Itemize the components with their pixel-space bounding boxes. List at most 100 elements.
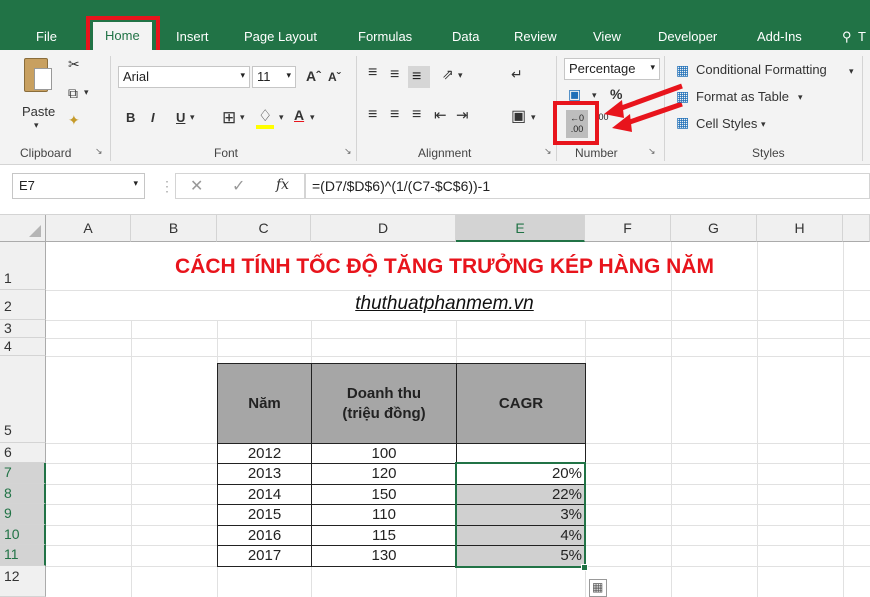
tab-insert[interactable]: Insert [176,29,209,44]
table-cell-revenue[interactable]: 120 [311,463,457,485]
conditional-formatting-button[interactable]: Conditional Formatting [696,62,827,77]
align-right-icon[interactable]: ≡ [412,106,421,124]
increase-font-size-icon[interactable]: Aˆ [306,68,321,84]
cut-icon[interactable]: ✂ [68,56,80,73]
format-as-table-icon[interactable]: ▦ [676,88,689,105]
quick-analysis-button[interactable]: ▦ [589,579,607,597]
font-launcher-icon[interactable]: ↘ [344,146,352,157]
row-header-5[interactable]: 5 [0,356,46,443]
tab-developer[interactable]: Developer [658,29,717,44]
clipboard-launcher-icon[interactable]: ↘ [95,146,103,157]
tab-add-ins[interactable]: Add-Ins [757,29,802,44]
font-name-combo[interactable]: Arial ▾ [118,66,250,88]
tab-page-layout[interactable]: Page Layout [244,29,317,44]
font-size-combo[interactable]: 11 ▾ [252,66,296,88]
worksheet-grid[interactable]: A B C D E F G H 1 2 3 4 5 6 7 8 9 10 11 … [0,215,870,597]
fill-handle[interactable] [581,564,588,571]
row-header-11[interactable]: 11 [0,545,46,566]
table-cell-year[interactable]: 2012 [217,443,312,464]
cell-styles-button[interactable]: Cell Styles [696,116,757,131]
tell-me-label[interactable]: T [858,29,866,44]
table-cell-revenue[interactable]: 110 [311,504,457,526]
tab-file[interactable]: File [36,29,57,44]
tell-me-lightbulb-icon[interactable]: ⚲ [842,29,852,45]
cancel-icon[interactable]: ✕ [190,176,203,196]
table-cell-year[interactable]: 2013 [217,463,312,485]
row-header-8[interactable]: 8 [0,484,46,504]
table-cell-cagr[interactable] [456,443,586,464]
fill-color-dropdown-icon[interactable]: ▾ [279,112,284,123]
bold-button[interactable]: B [126,110,135,125]
top-align-icon[interactable]: ≡ [368,64,377,82]
column-header-c[interactable]: C [217,215,311,242]
table-cell-year[interactable]: 2014 [217,484,312,505]
alignment-launcher-icon[interactable]: ↘ [544,146,552,157]
tab-data[interactable]: Data [452,29,479,44]
conditional-formatting-icon[interactable]: ▦ [676,62,689,79]
row-header-3[interactable]: 3 [0,320,46,338]
cell-styles-icon[interactable]: ▦ [676,114,689,131]
table-cell-revenue[interactable]: 150 [311,484,457,505]
chevron-down-icon[interactable]: ▾ [133,178,138,189]
merge-center-icon[interactable]: ▣ [511,106,526,126]
align-center-icon[interactable]: ≡ [390,106,399,124]
table-cell-year[interactable]: 2015 [217,504,312,526]
number-launcher-icon[interactable]: ↘ [648,146,656,157]
row-header-4[interactable]: 4 [0,338,46,356]
middle-align-icon[interactable]: ≡ [390,66,399,84]
copy-icon[interactable]: ⧉ [68,85,78,102]
bottom-align-button[interactable]: ≡ [408,66,430,88]
tab-formulas[interactable]: Formulas [358,29,412,44]
enter-check-icon[interactable]: ✓ [232,176,245,196]
tab-view[interactable]: View [593,29,621,44]
paste-button[interactable]: Paste [22,104,55,119]
increase-indent-icon[interactable]: ⇥ [456,106,469,124]
borders-dropdown-icon[interactable]: ▾ [240,112,245,123]
orientation-icon[interactable]: ⇗ [442,66,454,83]
insert-function-icon[interactable]: fx [276,177,289,193]
conditional-formatting-dropdown-icon[interactable]: ▾ [849,66,854,77]
borders-icon[interactable]: ⊞ [222,108,236,128]
decrease-font-size-icon[interactable]: Aˇ [328,70,341,84]
decrease-indent-icon[interactable]: ⇤ [434,106,447,124]
select-all-button[interactable] [0,215,46,242]
table-cell-year[interactable]: 2017 [217,545,312,567]
align-left-icon[interactable]: ≡ [368,106,377,124]
format-as-table-dropdown-icon[interactable]: ▾ [798,92,803,103]
fill-color-icon[interactable]: ♢ [258,106,272,126]
column-header-i[interactable] [843,215,870,242]
column-header-d[interactable]: D [311,215,456,242]
table-cell-revenue[interactable]: 100 [311,443,457,464]
column-header-e[interactable]: E [456,215,585,242]
paste-dropdown-icon[interactable]: ▾ [34,120,39,131]
merge-dropdown-icon[interactable]: ▾ [531,112,536,123]
table-cell-year[interactable]: 2016 [217,525,312,546]
column-header-a[interactable]: A [46,215,131,242]
italic-button[interactable]: I [151,110,155,125]
column-header-g[interactable]: G [671,215,757,242]
row-header-9[interactable]: 9 [0,504,46,525]
row-header-2[interactable]: 2 [0,290,46,320]
column-header-f[interactable]: F [585,215,671,242]
row-header-6[interactable]: 6 [0,443,46,463]
tab-review[interactable]: Review [514,29,557,44]
font-color-icon[interactable]: A [294,107,304,123]
format-painter-icon[interactable]: ✦ [68,112,80,129]
table-cell-revenue[interactable]: 115 [311,525,457,546]
cell-styles-dropdown-icon[interactable]: ▾ [761,119,766,130]
underline-dropdown-icon[interactable]: ▾ [190,112,195,123]
column-header-b[interactable]: B [131,215,217,242]
row-header-12[interactable]: 12 [0,566,46,597]
column-header-h[interactable]: H [757,215,843,242]
wrap-text-icon[interactable]: ↵ [511,66,523,83]
font-color-dropdown-icon[interactable]: ▾ [310,112,315,123]
table-cell-revenue[interactable]: 130 [311,545,457,567]
orientation-dropdown-icon[interactable]: ▾ [458,70,463,81]
underline-button[interactable]: U [176,110,185,125]
row-header-10[interactable]: 10 [0,525,46,545]
copy-dropdown-icon[interactable]: ▾ [84,87,89,98]
row-header-7[interactable]: 7 [0,463,46,484]
row-header-1[interactable]: 1 [0,242,46,290]
name-box[interactable]: E7 ▾ [12,173,145,199]
format-as-table-button[interactable]: Format as Table [696,89,789,104]
